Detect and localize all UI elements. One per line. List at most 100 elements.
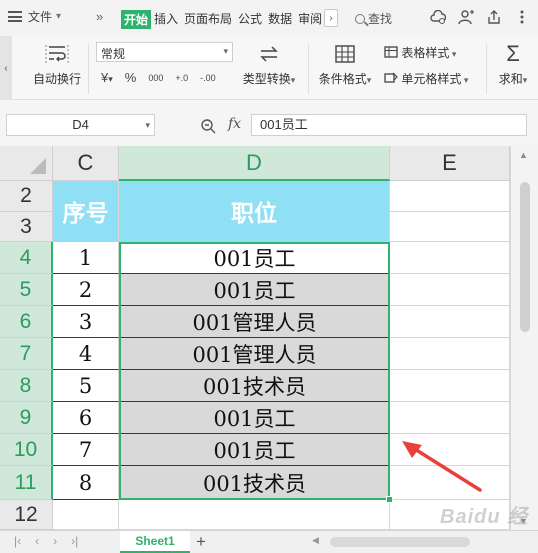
tabs-more-button[interactable]: › [324,9,338,27]
cell-style-icon [384,72,398,83]
share-icon[interactable] [486,9,502,25]
position-cell[interactable]: 001技术员 [119,370,390,402]
row-header[interactable]: 7 [0,338,53,370]
file-menu-label: 文件 [28,10,53,24]
position-cell[interactable]: 001员工 [119,402,390,434]
cell[interactable] [390,306,510,338]
ribbon-scroll-left-button[interactable]: ‹ [0,36,12,100]
next-sheet-icon[interactable]: › [53,534,57,548]
wrap-text-icon [45,45,69,63]
position-cell[interactable]: 001员工 [119,242,390,274]
row-header[interactable]: 12 [0,500,53,530]
number-format-buttons: ¥▾ % 000 +.0 -.00 [101,70,216,85]
ribbon-divider [486,44,487,94]
cell-reference: D4 [72,117,89,132]
vertical-scrollbar[interactable]: ▲ ▼ [510,146,538,530]
position-cell[interactable]: 001管理人员 [119,338,390,370]
ribbon-divider [308,44,309,94]
row-header[interactable]: 10 [0,434,53,466]
scroll-left-icon[interactable]: ◀ [312,535,319,546]
position-cell[interactable]: 001技术员 [119,466,390,500]
cell[interactable] [390,274,510,306]
tab-formula[interactable]: 公式 [235,10,265,29]
column-header-e[interactable]: E [390,146,510,181]
name-box[interactable]: D4 ▾ [6,114,155,136]
sum-button[interactable]: Σ 求和▾ [492,42,534,87]
scrollbar-thumb[interactable] [520,182,530,332]
scroll-up-icon[interactable]: ▲ [519,150,528,160]
formula-input[interactable]: 001员工 [251,114,527,136]
sigma-icon: Σ [506,41,520,66]
serial-cell[interactable]: 7 [53,434,119,466]
hamburger-icon [8,11,22,22]
tab-insert[interactable]: 插入 [151,10,181,29]
conditional-format-button[interactable]: 条件格式▾ [314,42,376,87]
serial-cell[interactable]: 5 [53,370,119,402]
last-sheet-icon[interactable]: ›| [71,534,78,548]
row-header[interactable]: 8 [0,370,53,402]
chevron-down-icon: ▾ [145,120,150,130]
first-sheet-icon[interactable]: |‹ [14,534,21,548]
cloud-sync-icon[interactable] [430,9,446,25]
serial-cell[interactable]: 4 [53,338,119,370]
position-cell[interactable]: 001员工 [119,434,390,466]
decrease-decimal-button[interactable]: -.00 [200,73,216,83]
header-cell-position[interactable]: 职位 [119,181,390,242]
search-label: 查找 [368,12,393,26]
row-header[interactable]: 4 [0,242,53,274]
cell[interactable] [390,212,510,242]
conditional-format-label: 条件格式▾ [318,72,372,86]
file-menu[interactable]: 文件 ▾ [8,8,61,25]
increase-decimal-button[interactable]: +.0 [175,73,188,83]
percent-button[interactable]: % [125,70,137,85]
zoom-icon[interactable] [200,118,216,134]
row-header[interactable]: 11 [0,466,53,500]
cell[interactable] [119,500,390,530]
thousands-button[interactable]: 000 [148,73,163,83]
row-header[interactable]: 6 [0,306,53,338]
column-header-c[interactable]: C [53,146,119,181]
serial-cell[interactable]: 1 [53,242,119,274]
position-cell[interactable]: 001管理人员 [119,306,390,338]
cell[interactable] [390,338,510,370]
search-button[interactable]: 查找 [355,10,392,27]
wrap-text-button[interactable]: 自动换行 [30,42,84,87]
row-header[interactable]: 5 [0,274,53,306]
cell[interactable] [53,500,119,530]
sheet-tab-sheet1[interactable]: Sheet1 [120,531,190,553]
cell[interactable] [390,370,510,402]
fx-button[interactable]: fx [228,116,241,132]
row-header[interactable]: 3 [0,212,53,242]
add-sheet-button[interactable]: + [196,532,206,552]
prev-sheet-icon[interactable]: ‹ [35,534,39,548]
tab-data[interactable]: 数据 [265,10,295,29]
row-header[interactable]: 9 [0,402,53,434]
tab-review[interactable]: 审阅 [295,10,325,29]
column-header-d[interactable]: D [119,146,390,181]
add-user-icon[interactable] [458,9,474,25]
header-cell-serial[interactable]: 序号 [53,181,119,242]
chevron-down-icon: ▾ [56,11,62,22]
serial-cell[interactable]: 6 [53,402,119,434]
cell-style-label: 单元格样式 [401,72,462,86]
number-format-select[interactable]: 常规 ▾ [96,42,233,62]
serial-cell[interactable]: 2 [53,274,119,306]
double-chevron-icon[interactable]: » [96,9,103,24]
cell[interactable] [390,402,510,434]
currency-button[interactable]: ¥▾ [101,70,113,85]
serial-cell[interactable]: 8 [53,466,119,500]
tab-home[interactable]: 开始 [121,10,152,29]
more-vertical-icon[interactable] [514,9,530,25]
cell[interactable] [390,181,510,212]
row-header[interactable]: 2 [0,181,53,212]
position-cell[interactable]: 001员工 [119,274,390,306]
horizontal-scrollbar[interactable] [330,537,470,547]
cell[interactable] [390,242,510,274]
serial-cell[interactable]: 3 [53,306,119,338]
type-convert-button[interactable]: 类型转换▾ [237,42,301,87]
table-style-button[interactable]: 表格样式 ▾ [384,44,456,61]
top-right-icons [430,9,530,25]
tab-page-layout[interactable]: 页面布局 [181,10,235,29]
cell-style-button[interactable]: 单元格样式 ▾ [384,70,468,87]
select-all-corner[interactable] [0,146,53,181]
